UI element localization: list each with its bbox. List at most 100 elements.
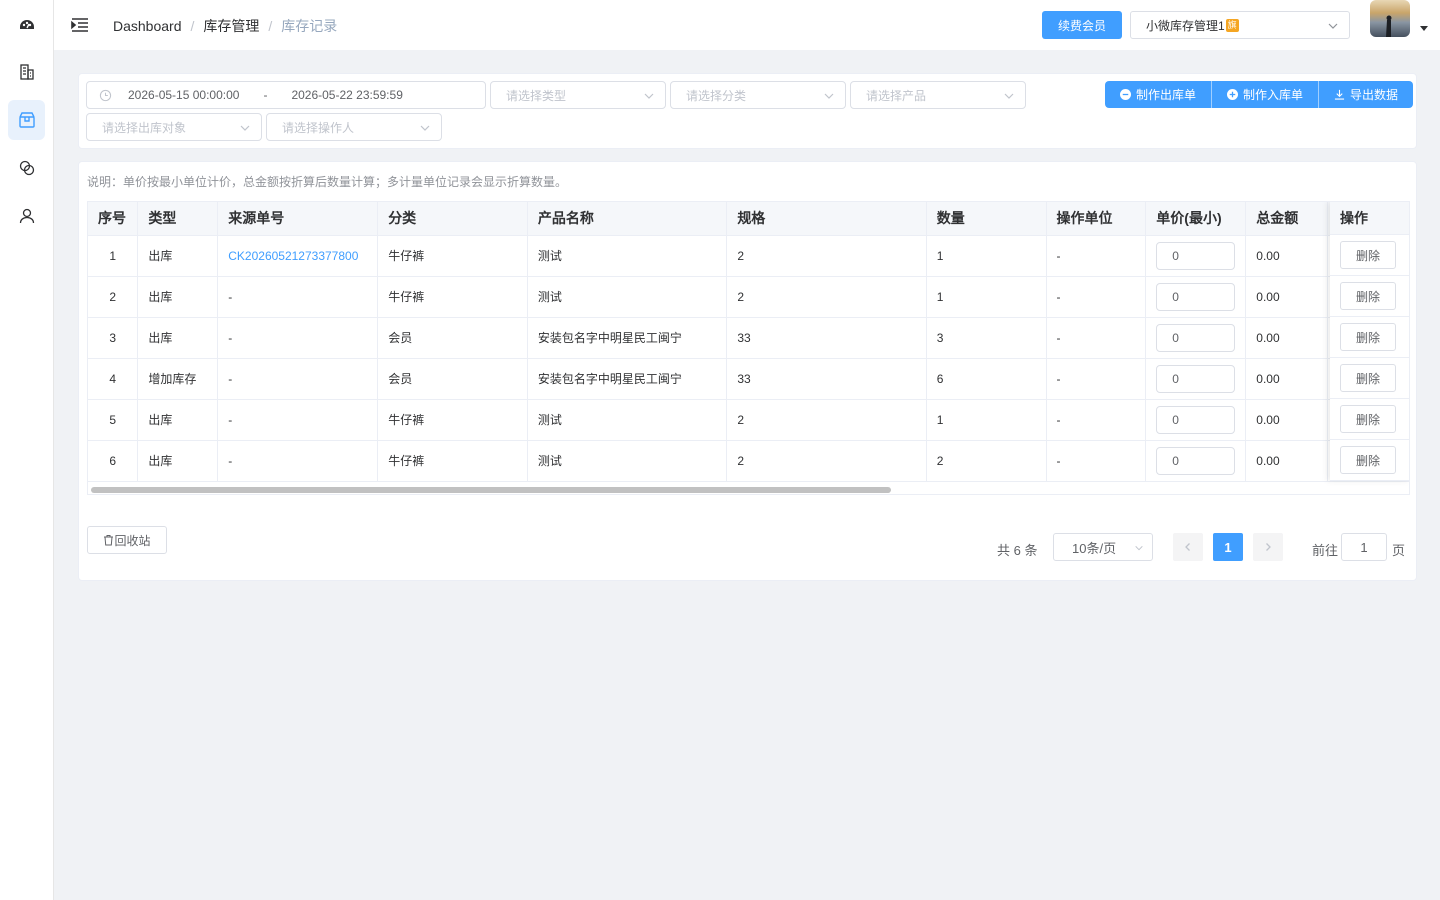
type-select[interactable]: 请选择类型 bbox=[490, 81, 666, 109]
cell-spec: 33 bbox=[726, 358, 927, 400]
total-count: 共 6 条 bbox=[997, 543, 1038, 558]
cell-unit: - bbox=[1046, 440, 1147, 482]
cell-type: 出库 bbox=[137, 399, 219, 441]
price-input[interactable]: 0 bbox=[1156, 446, 1236, 475]
cell-product: 安装包名字中明星民工闽宁 bbox=[527, 317, 728, 359]
col-header-total: 总金额 bbox=[1245, 202, 1329, 236]
cell-category: 牛仔裤 bbox=[377, 440, 528, 482]
chevron-left-icon bbox=[1185, 543, 1190, 551]
minus-circle-icon bbox=[1120, 89, 1131, 100]
avatar[interactable] bbox=[1370, 0, 1410, 37]
cell-category: 会员 bbox=[377, 317, 528, 359]
renew-membership-button[interactable]: 续费会员 bbox=[1042, 11, 1122, 39]
delete-button[interactable]: 删除 bbox=[1340, 323, 1396, 351]
cell-no: 2 bbox=[88, 276, 139, 318]
date-start[interactable]: 2026-05-15 00:00:00 bbox=[128, 88, 239, 102]
recycle-bin-button[interactable]: 回收站 bbox=[87, 526, 167, 554]
cell-qty: 6 bbox=[926, 358, 1047, 400]
table-header-row: 序号 类型 来源单号 分类 产品名称 规格 数量 操作单位 单价(最小) 总金额 bbox=[88, 202, 1409, 236]
action-cell: 删除 bbox=[1330, 358, 1409, 399]
sidebar-item-inventory[interactable] bbox=[8, 100, 45, 140]
col-header-price: 单价(最小) bbox=[1145, 202, 1247, 236]
price-input[interactable]: 0 bbox=[1156, 405, 1236, 434]
cell-price: 0 bbox=[1145, 358, 1247, 400]
goto-prefix: 前往 bbox=[1312, 543, 1339, 558]
price-input[interactable]: 0 bbox=[1156, 282, 1236, 311]
cell-category: 牛仔裤 bbox=[377, 399, 528, 441]
cell-spec: 2 bbox=[726, 440, 927, 482]
cell-category: 牛仔裤 bbox=[377, 235, 528, 277]
delete-button[interactable]: 删除 bbox=[1340, 241, 1396, 269]
sidebar-item-building[interactable] bbox=[8, 52, 45, 92]
chevron-down-icon bbox=[240, 125, 250, 131]
delete-button[interactable]: 删除 bbox=[1340, 405, 1396, 433]
category-select[interactable]: 请选择分类 bbox=[670, 81, 846, 109]
delete-button[interactable]: 删除 bbox=[1340, 364, 1396, 392]
cell-total: 0.00 bbox=[1245, 399, 1329, 441]
page-button-current[interactable]: 1 bbox=[1213, 533, 1243, 561]
date-range-picker[interactable]: 2026-05-15 00:00:00 - 2026-05-22 23:59:5… bbox=[86, 81, 486, 109]
chevron-down-icon bbox=[644, 93, 654, 99]
cell-qty: 2 bbox=[926, 440, 1047, 482]
chevron-down-icon bbox=[420, 125, 430, 131]
cell-total: 0.00 bbox=[1245, 358, 1329, 400]
delete-button[interactable]: 删除 bbox=[1340, 282, 1396, 310]
goto-suffix: 页 bbox=[1392, 543, 1406, 558]
chevron-down-icon bbox=[824, 93, 834, 99]
user-icon bbox=[19, 208, 34, 224]
cell-unit: - bbox=[1046, 235, 1147, 277]
price-input[interactable]: 0 bbox=[1156, 364, 1236, 393]
breadcrumb-separator: / bbox=[190, 18, 195, 34]
page-size-select[interactable]: 10条/页 bbox=[1053, 533, 1153, 561]
cell-source: - bbox=[217, 440, 379, 482]
col-header-category: 分类 bbox=[377, 202, 528, 236]
cell-type: 出库 bbox=[137, 317, 219, 359]
delete-button[interactable]: 删除 bbox=[1340, 446, 1396, 474]
cell-price: 0 bbox=[1145, 235, 1247, 277]
cell-type: 出库 bbox=[137, 276, 219, 318]
goto-page-input[interactable]: 1 bbox=[1341, 533, 1387, 561]
clock-icon bbox=[99, 89, 112, 101]
cell-qty: 1 bbox=[926, 235, 1047, 277]
cell-no: 3 bbox=[88, 317, 139, 359]
sidebar-item-links[interactable] bbox=[8, 148, 45, 188]
breadcrumb-dashboard[interactable]: Dashboard bbox=[113, 18, 182, 34]
date-end[interactable]: 2026-05-22 23:59:59 bbox=[291, 88, 402, 102]
prev-page-button[interactable] bbox=[1173, 533, 1203, 561]
product-select[interactable]: 请选择产品 bbox=[850, 81, 1026, 109]
operator-select[interactable]: 请选择操作人 bbox=[266, 113, 442, 141]
menu-toggle-icon[interactable] bbox=[70, 15, 90, 35]
cell-source: - bbox=[217, 399, 379, 441]
price-input[interactable]: 0 bbox=[1156, 323, 1236, 352]
sidebar-item-user[interactable] bbox=[8, 196, 45, 236]
cell-category: 牛仔裤 bbox=[377, 276, 528, 318]
table-row: 4 增加库存 - 会员 安装包名字中明星民工闽宁 33 6 - 0 0.00 bbox=[88, 358, 1409, 400]
pricing-note: 说明：单价按最小单位计价，总金额按折算后数量计算；多计量单位记录会显示折算数量。 bbox=[87, 175, 568, 189]
sidebar bbox=[0, 0, 54, 900]
store-select[interactable]: 小微库存管理1 旗 bbox=[1130, 11, 1350, 39]
next-page-button[interactable] bbox=[1253, 533, 1283, 561]
caret-down-icon[interactable] bbox=[1420, 26, 1428, 31]
create-outbound-label: 制作出库单 bbox=[1136, 88, 1197, 102]
breadcrumb-inventory[interactable]: 库存管理 bbox=[203, 16, 259, 36]
link-icon bbox=[19, 160, 34, 176]
cell-source: - bbox=[217, 317, 379, 359]
source-order-link[interactable]: CK20260521273377800 bbox=[228, 249, 358, 263]
cell-type: 增加库存 bbox=[137, 358, 219, 400]
sidebar-item-dashboard[interactable] bbox=[8, 4, 45, 44]
action-cell: 删除 bbox=[1330, 399, 1409, 440]
download-icon bbox=[1334, 89, 1345, 100]
action-cell: 删除 bbox=[1330, 235, 1409, 276]
create-inbound-button[interactable]: 制作入库单 bbox=[1212, 81, 1320, 108]
action-button-group: 制作出库单 制作入库单 导出数据 bbox=[1105, 81, 1414, 108]
cell-unit: - bbox=[1046, 317, 1147, 359]
outbound-target-select[interactable]: 请选择出库对象 bbox=[86, 113, 262, 141]
horizontal-scrollbar[interactable] bbox=[91, 487, 891, 493]
export-data-button[interactable]: 导出数据 bbox=[1319, 81, 1414, 108]
cell-qty: 1 bbox=[926, 399, 1047, 441]
price-input[interactable]: 0 bbox=[1156, 241, 1236, 270]
create-outbound-button[interactable]: 制作出库单 bbox=[1105, 81, 1213, 108]
cell-price: 0 bbox=[1145, 399, 1247, 441]
cell-spec: 2 bbox=[726, 276, 927, 318]
cell-spec: 2 bbox=[726, 399, 927, 441]
